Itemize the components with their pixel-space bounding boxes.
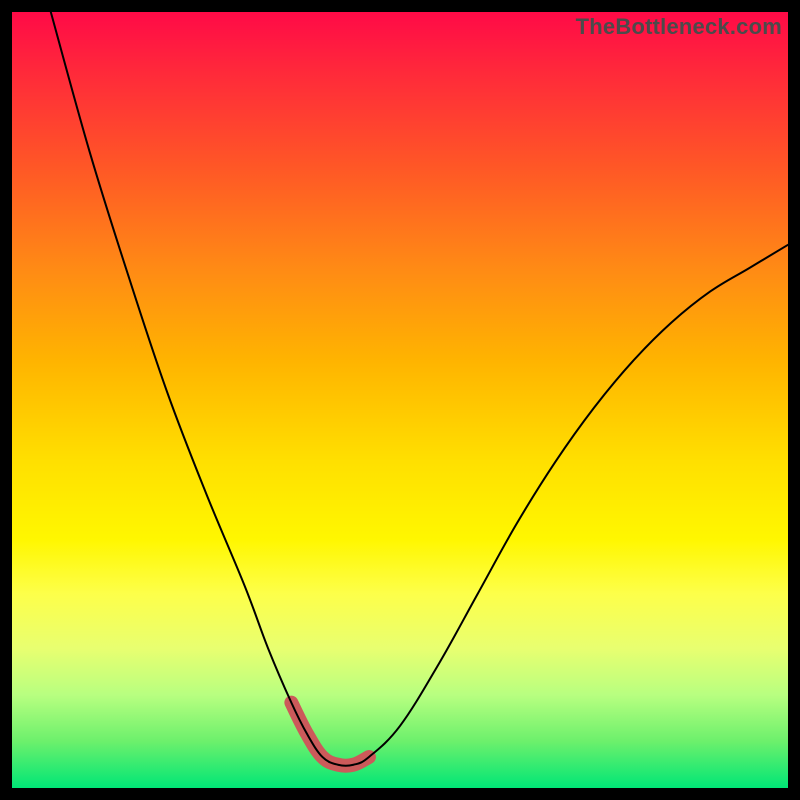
chart-container: TheBottleneck.com	[0, 0, 800, 800]
optimal-zone-highlight	[291, 703, 369, 766]
chart-svg	[12, 12, 788, 788]
bottleneck-curve	[51, 12, 788, 766]
watermark-text: TheBottleneck.com	[576, 14, 782, 40]
